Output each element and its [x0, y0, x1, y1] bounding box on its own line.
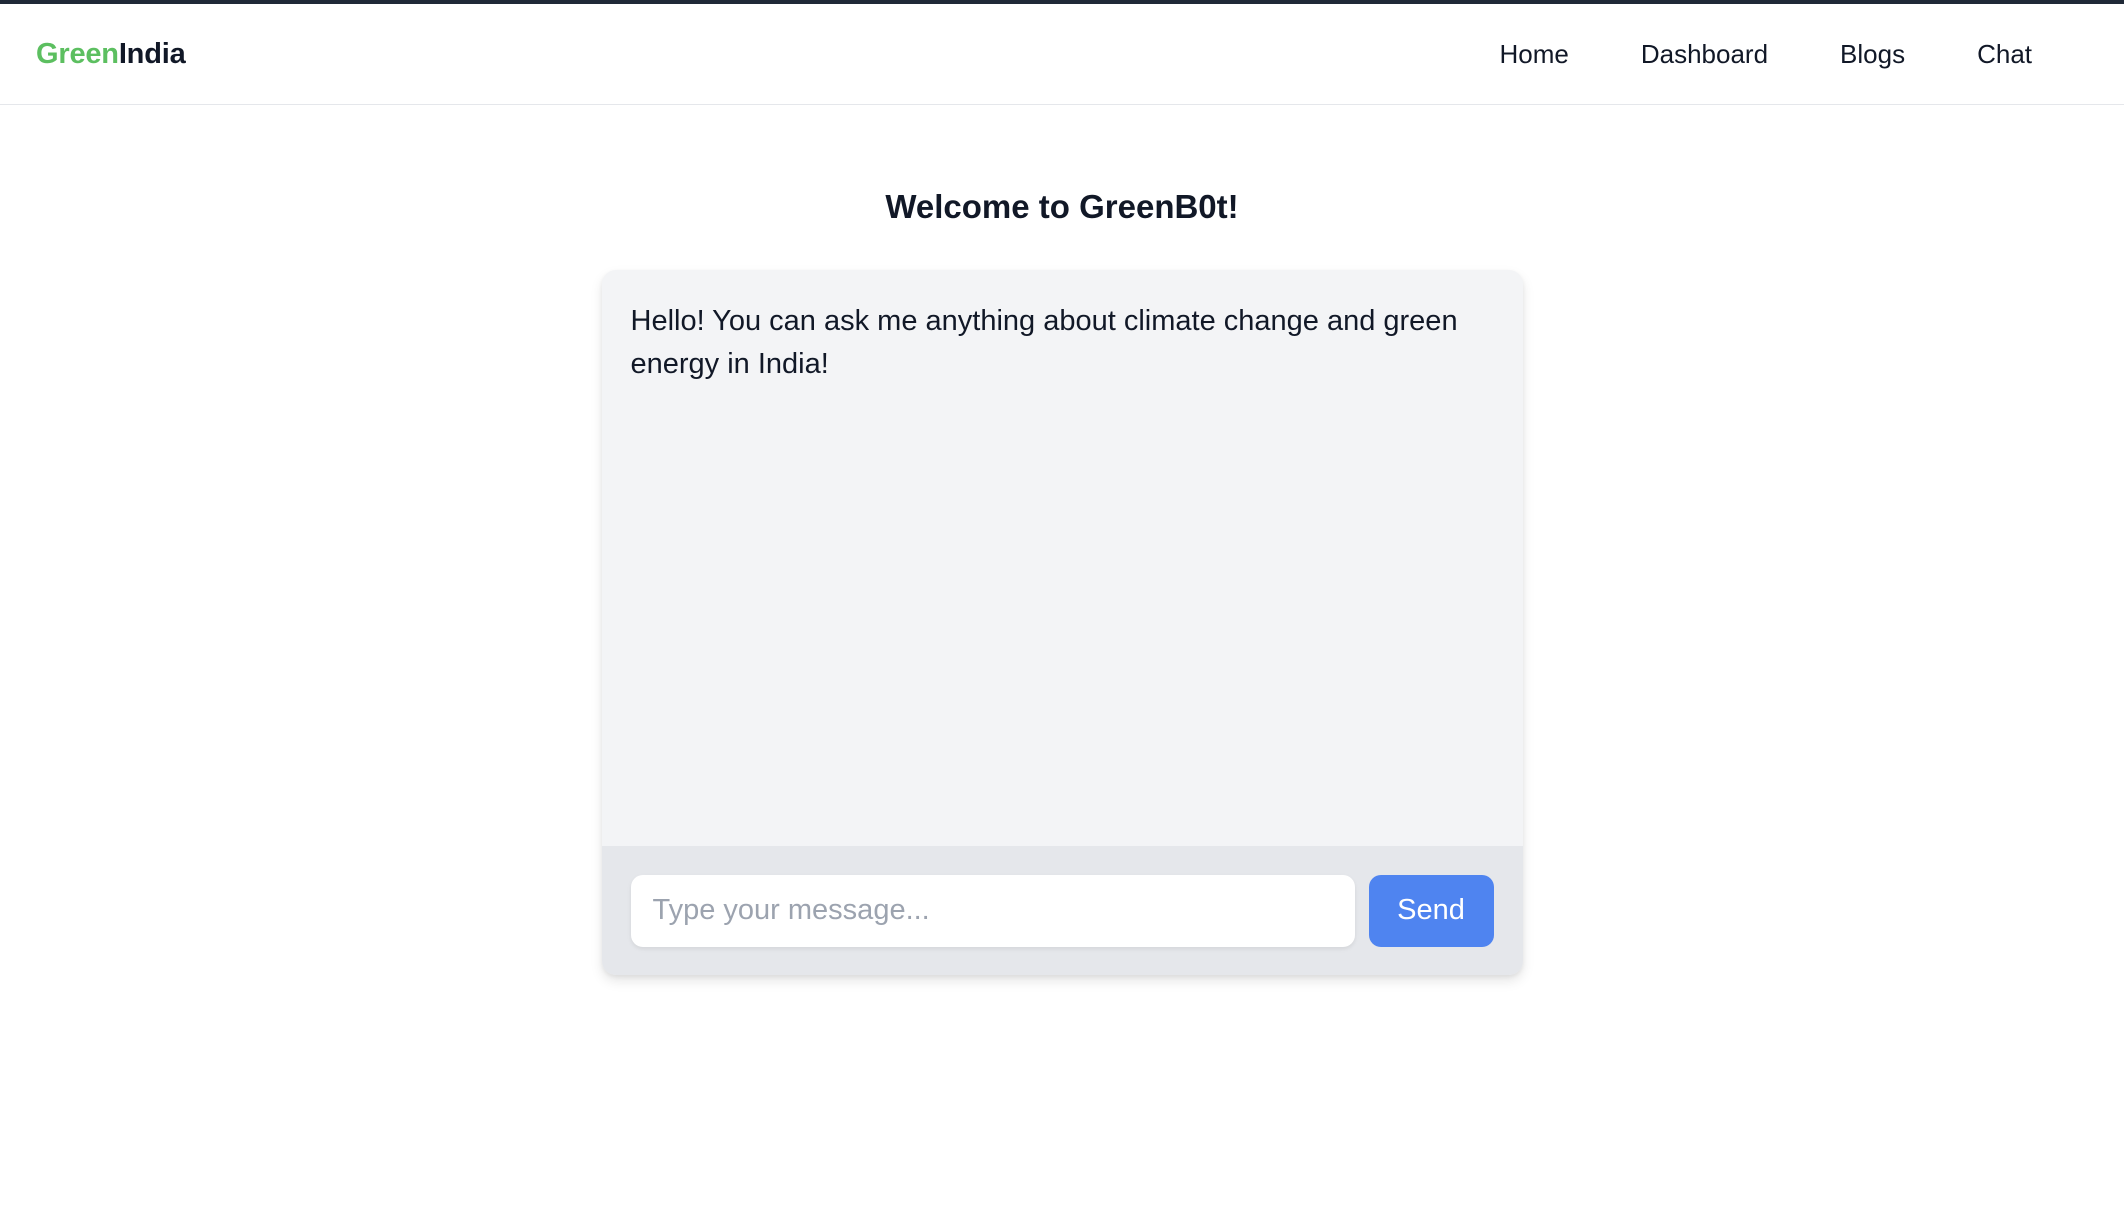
- nav-link-chat[interactable]: Chat: [1977, 39, 2032, 70]
- message-list: Hello! You can ask me anything about cli…: [602, 270, 1523, 846]
- navbar: GreenIndia Home Dashboard Blogs Chat: [0, 4, 2124, 105]
- logo[interactable]: GreenIndia: [36, 38, 186, 71]
- nav-link-home[interactable]: Home: [1499, 39, 1568, 70]
- chat-window: Hello! You can ask me anything about cli…: [601, 270, 1523, 975]
- message-composer: Send: [601, 846, 1523, 975]
- logo-green-text: Green: [36, 37, 119, 70]
- message-input[interactable]: [630, 874, 1355, 947]
- nav-links: Home Dashboard Blogs Chat: [1499, 39, 2032, 70]
- nav-link-dashboard[interactable]: Dashboard: [1641, 39, 1768, 70]
- bot-message: Hello! You can ask me anything about cli…: [630, 305, 1458, 380]
- main-content: Welcome to GreenB0t! Hello! You can ask …: [0, 105, 2124, 975]
- send-button[interactable]: Send: [1368, 874, 1494, 947]
- nav-link-blogs[interactable]: Blogs: [1840, 39, 1905, 70]
- page-title: Welcome to GreenB0t!: [885, 188, 1239, 225]
- logo-india-text: India: [118, 37, 186, 70]
